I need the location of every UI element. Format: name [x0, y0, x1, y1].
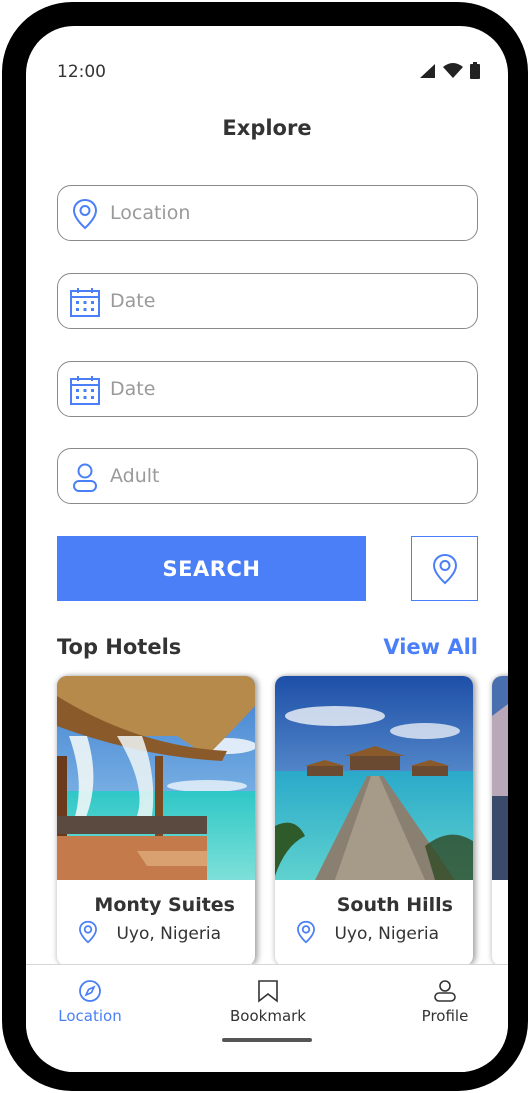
hotel-card[interactable]: South Hills Uyo, Nigeria	[275, 676, 473, 966]
calendar-icon	[70, 376, 100, 405]
location-pin-icon	[297, 920, 315, 944]
hotel-card[interactable]: Monty Suites Uyo, Nigeria	[57, 676, 255, 966]
search-button[interactable]: SEARCH	[57, 536, 366, 601]
date-to-field[interactable]	[57, 361, 478, 417]
view-all-link[interactable]: View All	[383, 635, 478, 659]
nav-item-profile[interactable]: Profile	[385, 979, 505, 1025]
date-from-field[interactable]	[57, 273, 478, 329]
location-pin-icon	[72, 198, 98, 230]
home-indicator	[222, 1038, 312, 1042]
battery-icon	[470, 62, 480, 79]
wifi-icon	[443, 63, 463, 78]
date-to-input[interactable]	[110, 370, 460, 408]
hotel-location: Uyo, Nigeria	[116, 924, 221, 944]
status-bar: 12:00	[26, 26, 508, 106]
nav-label: Profile	[421, 1007, 469, 1025]
status-icons	[419, 62, 480, 79]
bookmark-icon	[258, 980, 278, 1003]
person-icon	[434, 980, 456, 1002]
location-pin-icon	[432, 553, 458, 585]
person-icon	[73, 463, 97, 492]
hotel-card-partial[interactable]	[492, 676, 508, 966]
signal-icon	[420, 63, 435, 78]
status-time: 12:00	[57, 62, 106, 82]
bottom-navigation: Location Bookmark Profile	[26, 964, 508, 1072]
hotel-photo	[275, 676, 473, 880]
hotel-location: Uyo, Nigeria	[334, 924, 439, 944]
nav-item-location[interactable]: Location	[30, 979, 150, 1025]
date-from-input[interactable]	[110, 282, 460, 320]
page-title: Explore	[222, 116, 312, 140]
hotel-photo	[57, 676, 255, 880]
top-hotels-heading: Top Hotels	[57, 635, 182, 659]
calendar-icon	[70, 288, 100, 317]
nav-label: Bookmark	[230, 1007, 306, 1025]
hotel-name: Monty Suites	[94, 894, 235, 916]
location-field[interactable]	[57, 185, 478, 241]
nav-label: Location	[58, 1007, 122, 1025]
phone-frame: 12:00 Explore Location Date Date Adult S…	[2, 2, 528, 1091]
location-input[interactable]	[110, 194, 460, 232]
location-pin-icon	[79, 920, 97, 944]
nav-item-bookmark[interactable]: Bookmark	[208, 979, 328, 1025]
hotel-name: South Hills	[336, 894, 453, 916]
compass-icon	[79, 980, 101, 1002]
hotel-photo	[492, 676, 508, 880]
guests-input[interactable]	[110, 457, 460, 495]
app-screen: 12:00 Explore Location Date Date Adult S…	[26, 26, 508, 1072]
map-location-button[interactable]	[411, 536, 478, 601]
guests-field[interactable]	[57, 448, 478, 504]
